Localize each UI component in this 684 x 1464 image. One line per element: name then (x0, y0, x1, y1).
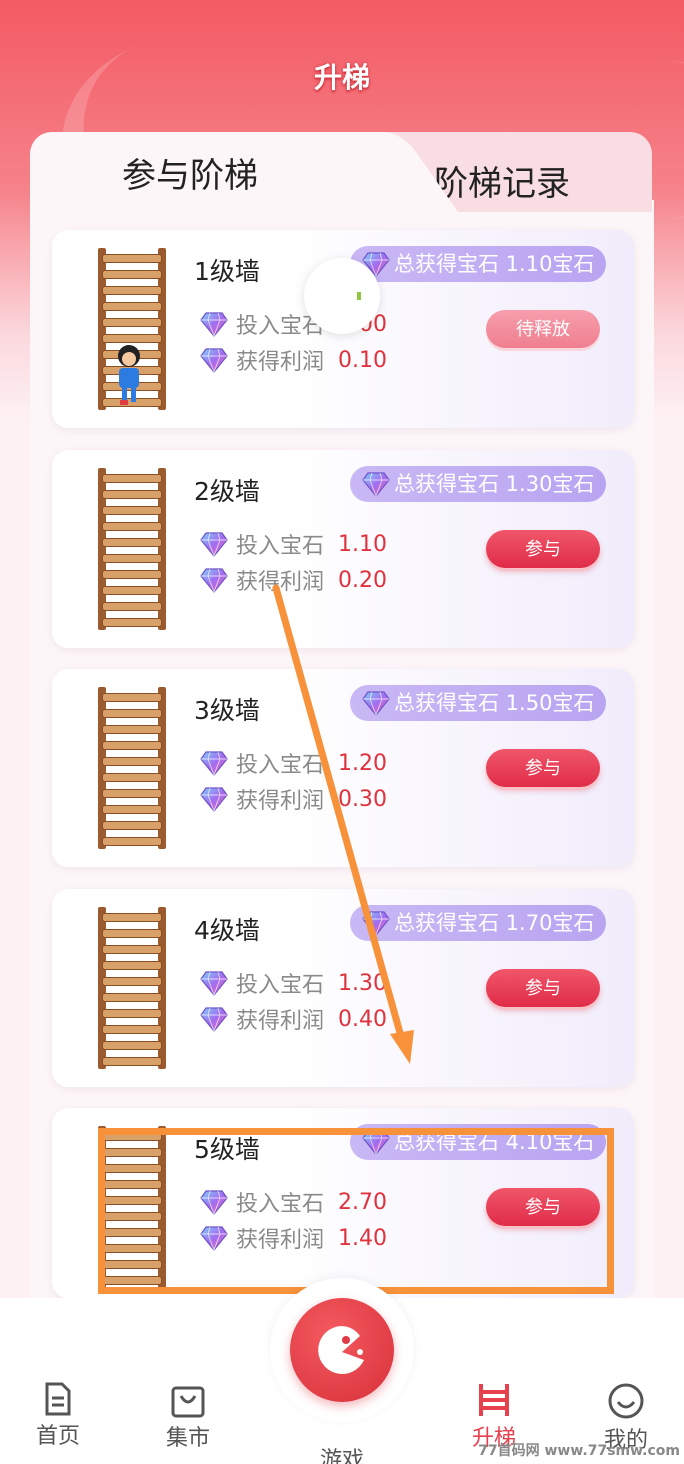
profit-value: 0.10 (338, 347, 387, 373)
ladder-icon (98, 468, 166, 630)
tab-join-ladder-label: 参与阶梯 (122, 155, 258, 196)
profit-label: 获得利润 (236, 570, 325, 595)
total-gems-text: 总获得宝石 1.30宝石 (394, 472, 595, 496)
loading-spinner (304, 258, 380, 334)
total-gems-text: 总获得宝石 1.70宝石 (394, 911, 595, 935)
ladder-icon (98, 248, 166, 410)
annotation-highlight-box (98, 1128, 614, 1294)
profit-row: 获得利润 0.20 (200, 564, 387, 596)
game-pacman-icon (318, 1326, 364, 1374)
gem-icon (362, 690, 390, 717)
profit-value: 0.30 (338, 786, 387, 812)
gem-icon (200, 567, 228, 594)
ladder-icon (479, 1384, 509, 1416)
ladder-card: 3级墙 总获得宝石 1.50宝石 投入宝石 1.20 获得利润 0.30 参与 (52, 669, 634, 867)
ladder-icon (98, 907, 166, 1069)
gem-icon (200, 347, 228, 374)
profit-label: 获得利润 (236, 350, 325, 375)
invest-row: 投入宝石 1.10 (200, 528, 387, 560)
pending-release-button[interactable]: 待释放 (486, 310, 600, 348)
climber-character-icon (118, 345, 140, 405)
invest-row: 投入宝石 1.20 (200, 747, 387, 779)
watermark: 77首码网 www.77smw.com (478, 1443, 680, 1459)
nav-market-label: 集市 (165, 1426, 210, 1451)
invest-row: 投入宝石 1.30 (200, 967, 387, 999)
total-gems-badge: 总获得宝石 1.10宝石 (350, 246, 607, 282)
level-name: 2级墙 (194, 477, 260, 506)
gem-icon (200, 750, 228, 777)
page-title: 升梯 (313, 61, 370, 94)
game-center-button[interactable] (270, 1278, 414, 1422)
gem-icon (200, 531, 228, 558)
tab-join-ladder[interactable]: 参与阶梯 (30, 132, 390, 212)
ladder-icon (98, 687, 166, 849)
total-gems-badge: 总获得宝石 1.30宝石 (350, 466, 607, 502)
ladder-card: 4级墙 总获得宝石 1.70宝石 投入宝石 1.30 获得利润 0.40 参与 (52, 889, 634, 1087)
profit-label: 获得利润 (236, 1009, 325, 1034)
profit-row: 获得利润 0.10 (200, 344, 387, 376)
total-gems-badge: 总获得宝石 1.50宝石 (350, 685, 607, 721)
invest-label: 投入宝石 (236, 534, 325, 559)
level-name: 1级墙 (194, 257, 260, 286)
level-name: 3级墙 (194, 696, 260, 725)
profit-row: 获得利润 0.40 (200, 1003, 387, 1035)
invest-label: 投入宝石 (236, 753, 325, 778)
gem-icon (200, 970, 228, 997)
join-button[interactable]: 参与 (486, 969, 600, 1007)
level-name: 4级墙 (194, 916, 260, 945)
join-button[interactable]: 参与 (486, 530, 600, 568)
document-icon (45, 1382, 71, 1416)
ladder-card: 2级墙 总获得宝石 1.30宝石 投入宝石 1.10 获得利润 0.20 参与 (52, 450, 634, 648)
gem-icon (362, 471, 390, 498)
profit-label: 获得利润 (236, 789, 325, 814)
gem-icon (362, 910, 390, 937)
profit-value: 0.20 (338, 567, 387, 593)
nav-home-label: 首页 (35, 1424, 80, 1449)
nav-game-label[interactable]: 游戏 (292, 1442, 392, 1464)
invest-value: 1.30 (338, 970, 387, 996)
nav-home[interactable]: 首页 (8, 1382, 108, 1450)
gem-icon (200, 1006, 228, 1033)
profit-row: 获得利润 0.30 (200, 783, 387, 815)
join-button[interactable]: 参与 (486, 749, 600, 787)
profit-value: 0.40 (338, 1006, 387, 1032)
total-gems-text: 总获得宝石 1.10宝石 (394, 252, 595, 276)
shopping-bag-icon (171, 1386, 205, 1418)
smiley-icon (608, 1383, 644, 1419)
gem-icon (200, 311, 228, 338)
invest-value: 1.20 (338, 750, 387, 776)
invest-label: 投入宝石 (236, 973, 325, 998)
gem-icon (200, 786, 228, 813)
invest-value: 1.10 (338, 531, 387, 557)
total-gems-badge: 总获得宝石 1.70宝石 (350, 905, 607, 941)
nav-market[interactable]: 集市 (138, 1382, 238, 1452)
total-gems-text: 总获得宝石 1.50宝石 (394, 691, 595, 715)
tab-bar: 阶梯记录 参与阶梯 (30, 132, 652, 212)
